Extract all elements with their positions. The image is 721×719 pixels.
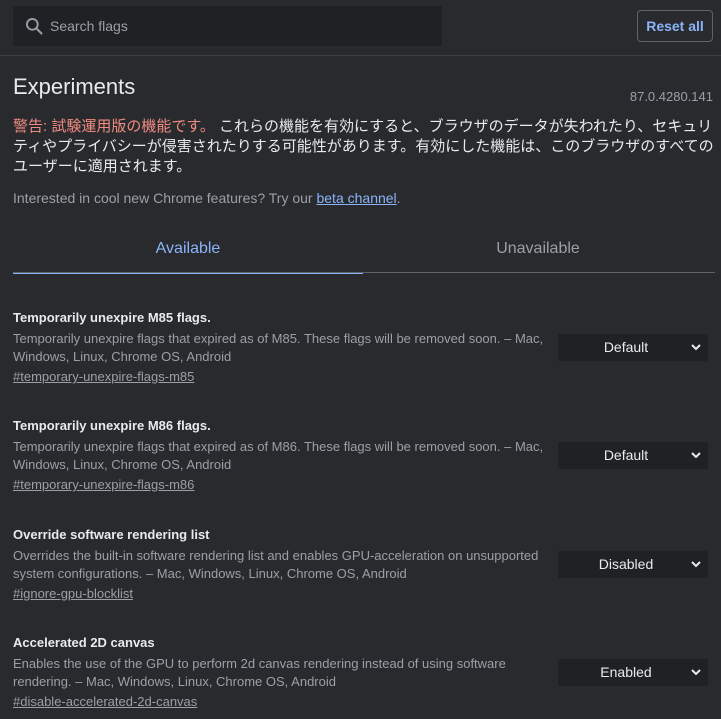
version-label: 87.0.4280.141 [629,89,713,104]
flag-link[interactable]: #temporary-unexpire-flags-m85 [13,368,194,386]
beta-notice-suffix: . [396,190,401,206]
beta-channel-link[interactable]: beta channel [316,190,396,206]
flag-select[interactable]: Disabled [558,551,708,578]
flag-item: Accelerated 2D canvas Enables the use of… [13,635,715,711]
flag-link[interactable]: #disable-accelerated-2d-canvas [13,693,197,711]
chevron-down-icon [691,561,701,568]
beta-channel-notice: Interested in cool new Chrome features? … [13,190,401,206]
flag-select-value: Default [603,447,649,463]
search-icon [26,18,43,35]
flag-item: Override software rendering list Overrid… [13,527,715,603]
flag-name: Temporarily unexpire M86 flags. [13,418,211,433]
flag-select[interactable]: Default [558,442,708,469]
beta-notice-text: Interested in cool new Chrome features? … [13,190,317,206]
tab-divider [13,272,715,273]
flag-select-value: Enabled [600,664,652,680]
flag-name: Accelerated 2D canvas [13,635,155,650]
reset-all-button[interactable]: Reset all [637,10,713,42]
flag-name: Temporarily unexpire M85 flags. [13,310,211,325]
flag-item: Temporarily unexpire M86 flags. Temporar… [13,418,715,494]
header-bar: Reset all [0,0,721,56]
search-box[interactable] [13,6,442,46]
tab-unavailable[interactable]: Unavailable [363,226,713,274]
chevron-down-icon [691,344,701,351]
flag-link[interactable]: #ignore-gpu-blocklist [13,585,133,603]
flag-select-value: Disabled [598,556,654,572]
flag-description: Overrides the built-in software renderin… [13,548,539,581]
flag-link[interactable]: #temporary-unexpire-flags-m86 [13,476,194,494]
warning-prefix: 警告: 試験運用版の機能です。 [13,118,215,135]
tab-available[interactable]: Available [13,226,363,274]
flag-description: Temporarily unexpire flags that expired … [13,331,544,364]
flag-select-value: Default [603,339,649,355]
flag-select[interactable]: Default [558,334,708,361]
warning-message: 警告: 試験運用版の機能です。 これらの機能を有効にすると、ブラウザのデータが失… [13,117,715,177]
flag-select[interactable]: Enabled [558,659,708,686]
flag-description: Temporarily unexpire flags that expired … [13,439,544,472]
flag-name: Override software rendering list [13,527,210,542]
chevron-down-icon [691,669,701,676]
flag-description: Enables the use of the GPU to perform 2d… [13,656,506,689]
search-input[interactable] [50,6,430,46]
chevron-down-icon [691,452,701,459]
page-title: Experiments [13,74,136,99]
flag-item: Temporarily unexpire M85 flags. Temporar… [13,310,715,386]
